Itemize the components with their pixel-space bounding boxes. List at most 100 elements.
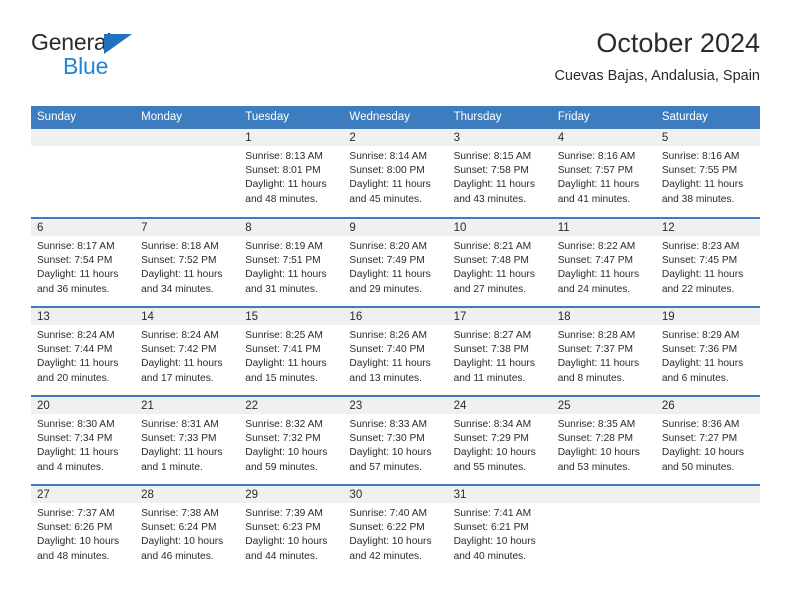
day-details: Sunrise: 8:36 AM Sunset: 7:27 PM Daylight:…: [656, 414, 760, 475]
calendar-day-cell[interactable]: 24 Sunrise: 8:34 AM Sunset: 7:29 PM Dayligh…: [447, 395, 552, 485]
calendar-day-cell[interactable]: 16 Sunrise: 8:26 AM Sunset: 7:40 PM Dayligh…: [343, 306, 448, 396]
day-details: Sunrise: 7:37 AM Sunset: 6:26 PM Daylight:…: [31, 503, 135, 564]
day-number: 20: [31, 397, 136, 414]
day-number: 26: [655, 397, 760, 414]
day-number: 2: [343, 129, 448, 146]
day-number: 21: [135, 397, 240, 414]
daylight-text: Daylight: 11 hours and 43 minutes.: [453, 179, 535, 205]
sunset-text: Sunset: 7:30 PM: [349, 433, 425, 445]
logo-text-general: General: [31, 29, 112, 55]
sunset-text: Sunset: 7:41 PM: [245, 344, 321, 356]
calendar-day-cell[interactable]: 13 Sunrise: 8:24 AM Sunset: 7:44 PM Dayligh…: [31, 306, 136, 396]
calendar-day-cell[interactable]: 17 Sunrise: 8:27 AM Sunset: 7:38 PM Dayligh…: [447, 306, 552, 396]
calendar-day-cell[interactable]: 9 Sunrise: 8:20 AM Sunset: 7:49 PM Daylight…: [343, 217, 448, 307]
weekday-header-monday: Monday: [135, 106, 240, 129]
sunset-text: Sunset: 7:33 PM: [141, 433, 217, 445]
calendar-day-cell[interactable]: 12 Sunrise: 8:23 AM Sunset: 7:45 PM Dayligh…: [655, 217, 760, 307]
day-details: Sunrise: 8:21 AM Sunset: 7:48 PM Daylight:…: [448, 236, 552, 297]
calendar-day-cell[interactable]: 8 Sunrise: 8:19 AM Sunset: 7:51 PM Daylight…: [239, 217, 344, 307]
calendar-day-cell[interactable]: 5 Sunrise: 8:16 AM Sunset: 7:55 PM Daylight…: [655, 129, 760, 218]
weekday-header-friday: Friday: [551, 106, 656, 129]
daylight-text: Daylight: 11 hours and 20 minutes.: [37, 358, 119, 384]
generalblue-logo[interactable]: General Blue: [31, 31, 231, 78]
daylight-text: Daylight: 11 hours and 17 minutes.: [141, 358, 223, 384]
sunset-text: Sunset: 8:00 PM: [349, 165, 425, 177]
daylight-text: Daylight: 10 hours and 46 minutes.: [141, 536, 224, 562]
sunset-text: Sunset: 6:22 PM: [349, 522, 425, 534]
sunset-text: Sunset: 7:29 PM: [453, 433, 529, 445]
daylight-text: Daylight: 11 hours and 24 minutes.: [557, 269, 640, 295]
day-number: 7: [135, 219, 240, 236]
calendar-day-cell[interactable]: 4 Sunrise: 8:16 AM Sunset: 7:57 PM Daylight…: [551, 129, 656, 218]
day-details: Sunrise: 8:23 AM Sunset: 7:45 PM Daylight:…: [656, 236, 760, 297]
calendar-day-cell[interactable]: 29 Sunrise: 7:39 AM Sunset: 6:23 PM Dayligh…: [239, 484, 344, 574]
sunrise-text: Sunrise: 8:15 AM: [453, 151, 532, 162]
calendar-day-cell[interactable]: 11 Sunrise: 8:22 AM Sunset: 7:47 PM Dayligh…: [551, 217, 656, 307]
calendar-day-cell[interactable]: 27 Sunrise: 7:37 AM Sunset: 6:26 PM Dayligh…: [31, 484, 136, 574]
sunset-text: Sunset: 7:28 PM: [557, 433, 634, 445]
sunset-text: Sunset: 6:21 PM: [453, 522, 529, 534]
day-number: 17: [447, 308, 552, 325]
sunrise-text: Sunrise: 7:41 AM: [453, 508, 532, 519]
day-details: Sunrise: 8:27 AM Sunset: 7:38 PM Daylight:…: [448, 325, 552, 386]
day-number: 22: [239, 397, 344, 414]
calendar-day-cell-empty: [655, 484, 760, 574]
calendar-body: 1 Sunrise: 8:13 AM Sunset: 8:01 PM Daylight…: [31, 129, 760, 574]
daylight-text: Daylight: 10 hours and 55 minutes.: [453, 447, 536, 473]
day-details: Sunrise: 8:19 AM Sunset: 7:51 PM Daylight:…: [239, 236, 343, 297]
day-details: Sunrise: 8:20 AM Sunset: 7:49 PM Daylight:…: [343, 236, 447, 297]
calendar-page: General Blue October 2024 Cuevas Bajas, …: [0, 0, 792, 612]
calendar-day-cell[interactable]: 31 Sunrise: 7:41 AM Sunset: 6:21 PM Dayligh…: [447, 484, 552, 574]
daylight-text: Daylight: 10 hours and 44 minutes.: [245, 536, 328, 562]
calendar-day-cell[interactable]: 18 Sunrise: 8:28 AM Sunset: 7:37 PM Dayligh…: [551, 306, 656, 396]
daylight-text: Daylight: 11 hours and 27 minutes.: [453, 269, 535, 295]
calendar-day-cell[interactable]: 21 Sunrise: 8:31 AM Sunset: 7:33 PM Dayligh…: [135, 395, 240, 485]
calendar-day-cell[interactable]: 3 Sunrise: 8:15 AM Sunset: 7:58 PM Daylight…: [447, 129, 552, 218]
calendar-day-cell[interactable]: 15 Sunrise: 8:25 AM Sunset: 7:41 PM Dayligh…: [239, 306, 344, 396]
weekday-header-tuesday: Tuesday: [239, 106, 344, 129]
calendar-day-cell[interactable]: 14 Sunrise: 8:24 AM Sunset: 7:42 PM Dayligh…: [135, 306, 240, 396]
sunrise-text: Sunrise: 8:30 AM: [37, 419, 115, 430]
calendar-day-cell[interactable]: 6 Sunrise: 8:17 AM Sunset: 7:54 PM Daylight…: [31, 217, 136, 307]
sunset-text: Sunset: 7:37 PM: [557, 344, 634, 356]
calendar-day-cell[interactable]: 1 Sunrise: 8:13 AM Sunset: 8:01 PM Daylight…: [239, 129, 344, 218]
day-number: 15: [239, 308, 344, 325]
weekday-header-sunday: Sunday: [31, 106, 136, 129]
calendar-day-cell[interactable]: 23 Sunrise: 8:33 AM Sunset: 7:30 PM Dayligh…: [343, 395, 448, 485]
sunset-text: Sunset: 7:42 PM: [141, 344, 217, 356]
daylight-text: Daylight: 11 hours and 6 minutes.: [661, 358, 744, 384]
page-subtitle: Cuevas Bajas, Andalusia, Spain: [554, 68, 760, 85]
calendar-day-cell-empty: [551, 484, 656, 574]
sunrise-text: Sunrise: 8:29 AM: [661, 330, 740, 341]
daylight-text: Daylight: 10 hours and 48 minutes.: [37, 536, 120, 562]
sunset-text: Sunset: 7:48 PM: [453, 255, 529, 267]
day-number: 12: [655, 219, 760, 236]
daylight-text: Daylight: 11 hours and 38 minutes.: [661, 179, 744, 205]
calendar-day-cell[interactable]: 30 Sunrise: 7:40 AM Sunset: 6:22 PM Dayligh…: [343, 484, 448, 574]
calendar-day-cell[interactable]: 10 Sunrise: 8:21 AM Sunset: 7:48 PM Dayligh…: [447, 217, 552, 307]
sunset-text: Sunset: 7:36 PM: [661, 344, 738, 356]
weekday-header-saturday: Saturday: [655, 106, 760, 129]
calendar-day-cell[interactable]: 19 Sunrise: 8:29 AM Sunset: 7:36 PM Dayligh…: [655, 306, 760, 396]
day-details: Sunrise: 8:30 AM Sunset: 7:34 PM Daylight:…: [31, 414, 135, 475]
calendar-day-cell-empty: [135, 129, 240, 218]
calendar-day-cell[interactable]: 22 Sunrise: 8:32 AM Sunset: 7:32 PM Dayligh…: [239, 395, 344, 485]
sunset-text: Sunset: 7:54 PM: [37, 255, 113, 267]
calendar-week-row: 13 Sunrise: 8:24 AM Sunset: 7:44 PM Dayligh…: [31, 306, 760, 396]
calendar-day-cell[interactable]: 26 Sunrise: 8:36 AM Sunset: 7:27 PM Dayligh…: [655, 395, 760, 485]
day-details: Sunrise: 8:35 AM Sunset: 7:28 PM Daylight:…: [552, 414, 656, 475]
sunrise-text: Sunrise: 8:14 AM: [349, 151, 428, 162]
sunrise-text: Sunrise: 8:34 AM: [453, 419, 532, 430]
sunrise-text: Sunrise: 8:24 AM: [141, 330, 219, 341]
calendar-day-cell[interactable]: 25 Sunrise: 8:35 AM Sunset: 7:28 PM Dayligh…: [551, 395, 656, 485]
day-details: Sunrise: 8:29 AM Sunset: 7:36 PM Daylight:…: [656, 325, 760, 386]
calendar-day-cell[interactable]: 7 Sunrise: 8:18 AM Sunset: 7:52 PM Daylight…: [135, 217, 240, 307]
sunset-text: Sunset: 7:27 PM: [661, 433, 738, 445]
sunset-text: Sunset: 7:51 PM: [245, 255, 321, 267]
day-details: Sunrise: 8:15 AM Sunset: 7:58 PM Daylight:…: [448, 146, 552, 207]
calendar-day-cell[interactable]: 20 Sunrise: 8:30 AM Sunset: 7:34 PM Dayligh…: [31, 395, 136, 485]
calendar-day-cell[interactable]: 28 Sunrise: 7:38 AM Sunset: 6:24 PM Dayligh…: [135, 484, 240, 574]
calendar-week-row: 1 Sunrise: 8:13 AM Sunset: 8:01 PM Daylight…: [31, 129, 760, 218]
sunset-text: Sunset: 6:26 PM: [37, 522, 113, 534]
calendar-day-cell[interactable]: 2 Sunrise: 8:14 AM Sunset: 8:00 PM Daylight…: [343, 129, 448, 218]
